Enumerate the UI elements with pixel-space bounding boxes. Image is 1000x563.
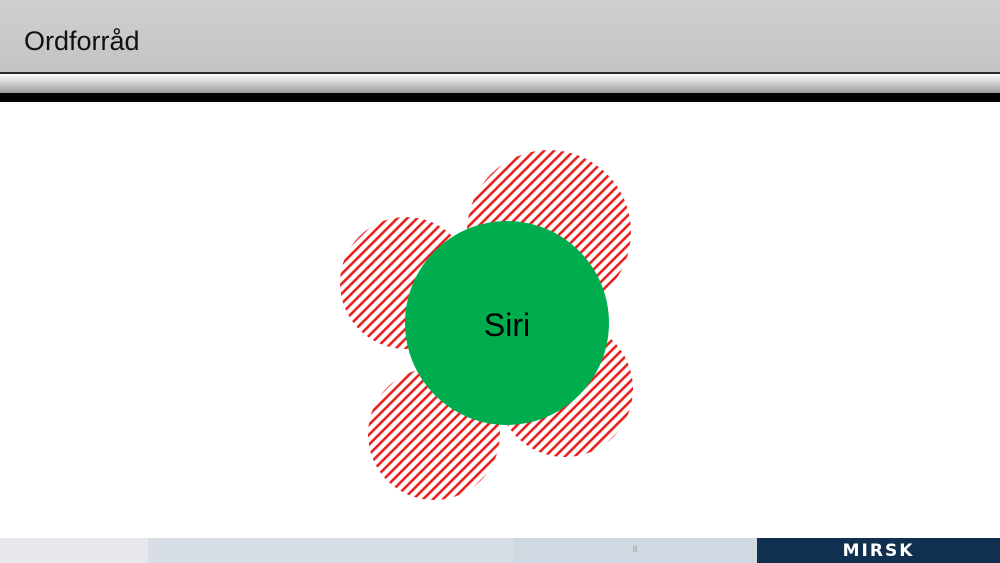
footer-bar: 8 MIRSK (0, 538, 1000, 563)
brand-logo: MIRSK (842, 541, 915, 561)
page-number: 8 (632, 544, 638, 554)
footer-segment (0, 538, 148, 563)
footer-segment (148, 538, 513, 563)
slide: Ordforråd Siri 8 MIRSK (0, 0, 1000, 563)
center-node-label: Siri (483, 307, 531, 343)
vocabulary-diagram (340, 150, 633, 500)
